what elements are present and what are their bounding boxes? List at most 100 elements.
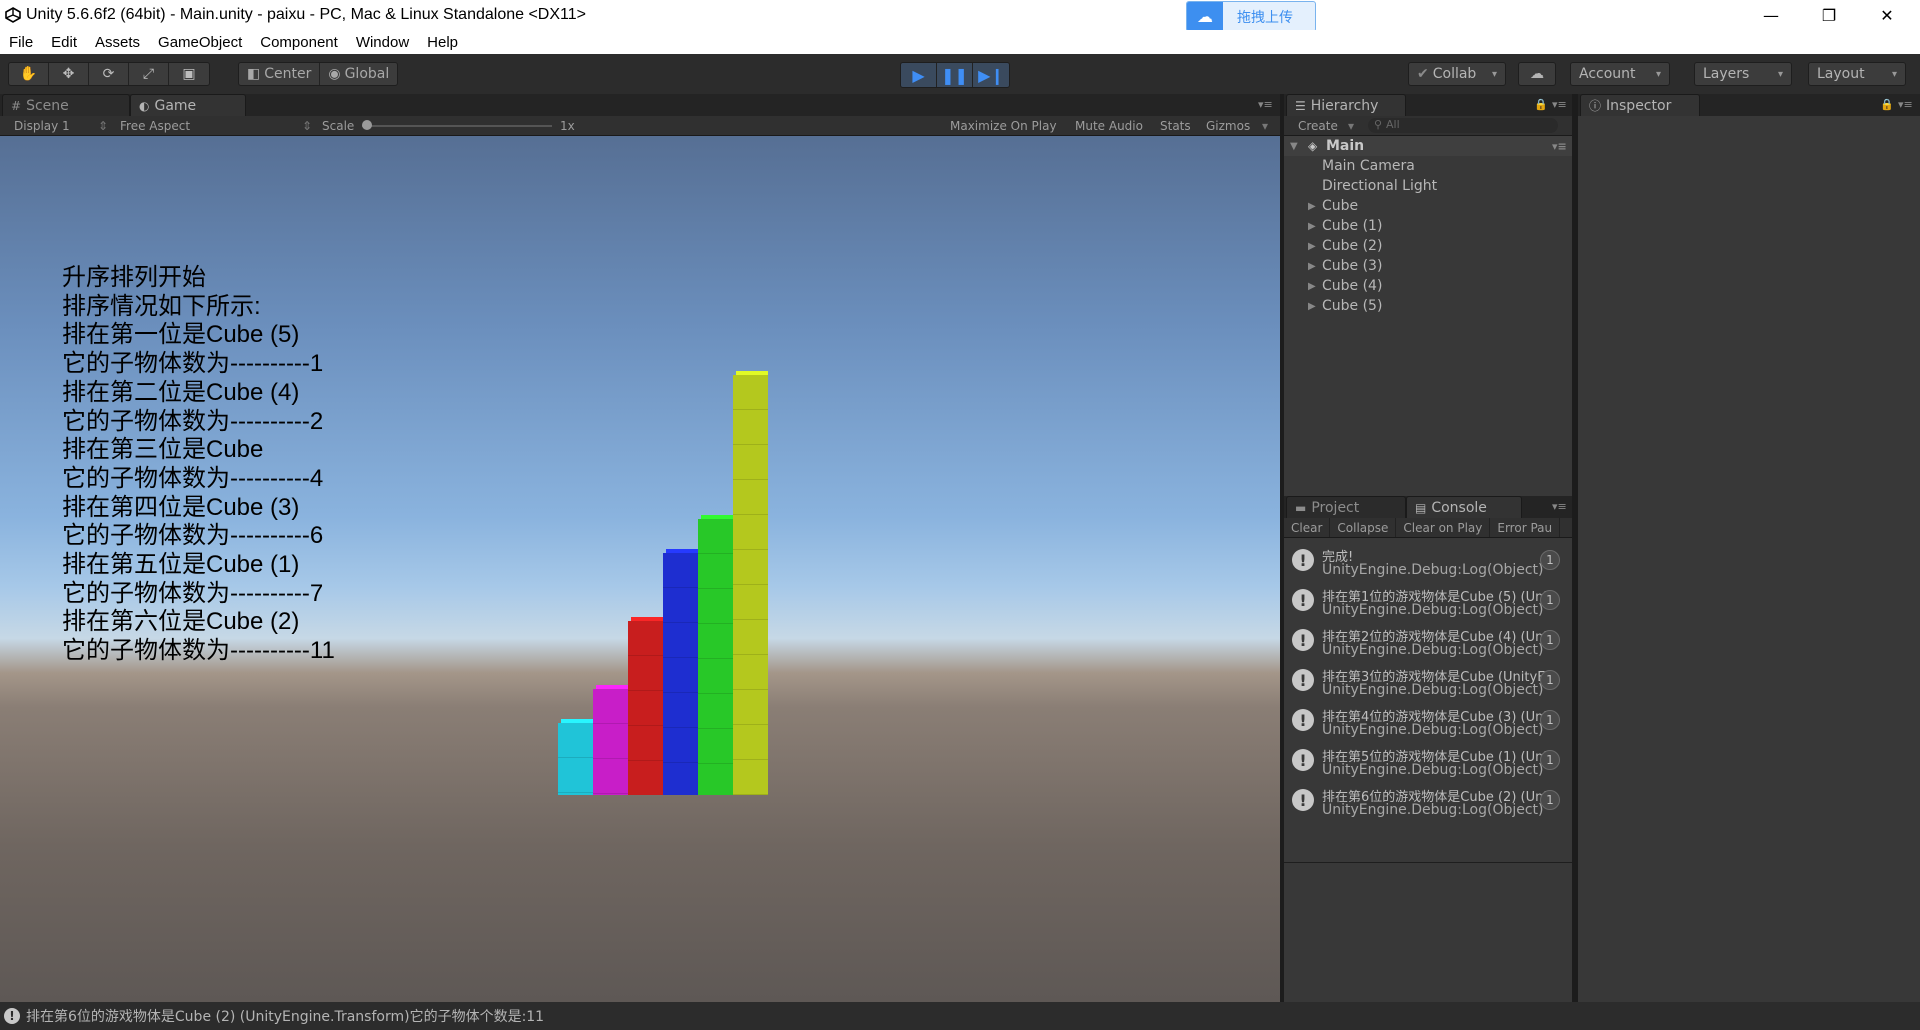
window-title: Unity 5.6.6f2 (64bit) - Main.unity - pai… <box>26 6 586 23</box>
tab-scene[interactable]: # Scene <box>2 94 130 116</box>
mute-audio-toggle[interactable]: Mute Audio <box>1075 119 1143 133</box>
hierarchy-item-label: Cube (3) <box>1322 258 1383 274</box>
collapsed-triangle-icon[interactable]: ▶ <box>1308 301 1316 312</box>
game-view[interactable]: 升序排列开始 排序情况如下所示: 排在第一位是Cube (5) 它的子物体数为-… <box>0 136 1280 1002</box>
collab-dropdown[interactable]: ✔ Collab ▾ <box>1408 62 1506 86</box>
hierarchy-item[interactable]: ▶ Cube <box>1284 196 1572 216</box>
step-icon[interactable]: ▶❙ <box>973 63 1009 87</box>
clear-on-play-button[interactable]: Clear on Play <box>1396 518 1491 537</box>
move-icon[interactable]: ✥ <box>49 63 89 85</box>
panel-menu-icon[interactable]: ▾≡ <box>1552 98 1567 111</box>
minimize-button[interactable]: — <box>1742 0 1800 30</box>
cloud-services-button[interactable]: ☁ <box>1518 62 1556 86</box>
cube-column <box>733 371 768 795</box>
maximize-on-play-toggle[interactable]: Maximize On Play <box>950 119 1057 133</box>
hierarchy-item[interactable]: ▶ Cube (1) <box>1284 216 1572 236</box>
account-label: Account <box>1579 66 1636 82</box>
cube-column <box>558 719 593 795</box>
pivot-global-button[interactable]: ◉ Global <box>320 63 397 85</box>
rect-icon[interactable]: ▣ <box>169 63 209 85</box>
error-pause-button[interactable]: Error Pau <box>1490 518 1561 537</box>
cube-top <box>736 371 768 375</box>
tab-inspector-label: Inspector <box>1606 97 1672 114</box>
clear-button[interactable]: Clear <box>1284 518 1331 537</box>
hierarchy-item[interactable]: ▶ Cube (4) <box>1284 276 1572 296</box>
restore-button[interactable]: ❐ <box>1800 0 1858 30</box>
upload-label: 拖拽上传 <box>1237 8 1293 25</box>
log-trace: UnityEngine.Debug:Log(Object) <box>1322 682 1544 698</box>
status-bar[interactable]: ! 排在第6位的游戏物体是Cube (2) (UnityEngine.Trans… <box>0 1002 1920 1030</box>
menu-assets[interactable]: Assets <box>86 34 149 51</box>
collapsed-triangle-icon[interactable]: ▶ <box>1308 221 1316 232</box>
log-entry[interactable]: ! 排在第6位的游戏物体是Cube (2) (Unit UnityEngine.… <box>1284 782 1572 822</box>
play-icon[interactable]: ▶ <box>901 63 937 87</box>
unity-scene-icon: ◈ <box>1308 139 1318 153</box>
pause-icon[interactable]: ❚❚ <box>937 63 973 87</box>
menu-window[interactable]: Window <box>347 34 418 51</box>
log-entry[interactable]: ! 完成! UnityEngine.Debug:Log(Object) 1 <box>1284 542 1572 582</box>
collapse-button[interactable]: Collapse <box>1330 518 1397 537</box>
panel-menu-icon[interactable]: ▾≡ <box>1552 500 1567 513</box>
layout-dropdown[interactable]: Layout ▾ <box>1808 62 1906 86</box>
menu-file[interactable]: File <box>0 34 42 51</box>
gizmos-toggle[interactable]: Gizmos <box>1206 119 1250 133</box>
stats-toggle[interactable]: Stats <box>1160 119 1191 133</box>
hierarchy-search-input[interactable]: ⚲ All <box>1368 118 1558 133</box>
console-toolbar: Clear Collapse Clear on Play Error Pau <box>1284 518 1572 538</box>
account-dropdown[interactable]: Account ▾ <box>1570 62 1670 86</box>
aspect-dropdown[interactable]: Free Aspect <box>120 119 190 133</box>
collapsed-triangle-icon[interactable]: ▶ <box>1308 201 1316 212</box>
scale-label: Scale <box>322 119 355 133</box>
tab-scene-label: Scene <box>26 97 69 114</box>
hierarchy-item[interactable]: ▶ Cube (5) <box>1284 296 1572 316</box>
panel-menu-icon[interactable]: ▾≡ <box>1898 98 1913 111</box>
log-entry[interactable]: ! 排在第3位的游戏物体是Cube (UnityEn UnityEngine.D… <box>1284 662 1572 702</box>
log-entry[interactable]: ! 排在第2位的游戏物体是Cube (4) (Unit UnityEngine.… <box>1284 622 1572 662</box>
scene-row[interactable]: ▼ ◈ Main ▾≡ <box>1284 136 1572 156</box>
scale-icon[interactable]: ⤢ <box>129 63 169 85</box>
inspector-panel <box>1578 116 1920 1002</box>
log-entry[interactable]: ! 排在第4位的游戏物体是Cube (3) (Unit UnityEngine.… <box>1284 702 1572 742</box>
scale-slider-track[interactable] <box>362 125 552 127</box>
tab-project[interactable]: ▬ Project <box>1286 496 1406 518</box>
pacman-icon: ◐ <box>139 98 150 113</box>
expand-triangle-icon[interactable]: ▼ <box>1290 141 1298 152</box>
close-button[interactable]: ✕ <box>1858 0 1916 30</box>
cube-face <box>628 621 663 795</box>
panel-menu-icon[interactable]: ▾≡ <box>1258 98 1273 111</box>
layers-dropdown[interactable]: Layers ▾ <box>1694 62 1792 86</box>
gizmos-chevron-icon[interactable]: ▾ <box>1262 119 1268 133</box>
log-entry[interactable]: ! 排在第5位的游戏物体是Cube (1) (Unit UnityEngine.… <box>1284 742 1572 782</box>
lock-icon[interactable]: 🔒 <box>1880 98 1894 111</box>
log-count-badge: 1 <box>1540 590 1560 610</box>
layout-label: Layout <box>1817 66 1865 82</box>
log-entry[interactable]: ! 排在第1位的游戏物体是Cube (5) (Unit UnityEngine.… <box>1284 582 1572 622</box>
menu-component[interactable]: Component <box>251 34 347 51</box>
tab-game[interactable]: ◐ Game <box>130 94 246 116</box>
hierarchy-item[interactable]: Main Camera <box>1284 156 1572 176</box>
tab-console[interactable]: ▤ Console <box>1406 496 1522 518</box>
collapsed-triangle-icon[interactable]: ▶ <box>1308 261 1316 272</box>
hierarchy-item[interactable]: ▶ Cube (3) <box>1284 256 1572 276</box>
game-text-line: 它的子物体数为----------2 <box>62 407 324 435</box>
menu-help[interactable]: Help <box>418 34 467 51</box>
pivot-center-button[interactable]: ◧ Center <box>239 63 321 85</box>
menu-gameobject[interactable]: GameObject <box>149 34 251 51</box>
scale-slider-thumb[interactable] <box>362 120 372 130</box>
hand-icon[interactable]: ✋ <box>9 63 49 85</box>
hierarchy-item[interactable]: Directional Light <box>1284 176 1572 196</box>
collapsed-triangle-icon[interactable]: ▶ <box>1308 281 1316 292</box>
upload-button[interactable]: ☁ 拖拽上传 <box>1186 1 1316 32</box>
console-detail-divider[interactable] <box>1284 862 1572 863</box>
collapsed-triangle-icon[interactable]: ▶ <box>1308 241 1316 252</box>
rotate-icon[interactable]: ⟳ <box>89 63 129 85</box>
display-dropdown[interactable]: Display 1 <box>14 119 70 133</box>
create-dropdown[interactable]: Create <box>1298 119 1338 133</box>
info-icon: ⓘ <box>1589 99 1602 113</box>
tab-inspector[interactable]: ⓘ Inspector <box>1580 94 1700 116</box>
tab-hierarchy[interactable]: ☰ Hierarchy <box>1286 94 1406 116</box>
scene-menu-icon[interactable]: ▾≡ <box>1552 140 1567 153</box>
lock-icon[interactable]: 🔒 <box>1534 98 1548 111</box>
menu-edit[interactable]: Edit <box>42 34 86 51</box>
hierarchy-item[interactable]: ▶ Cube (2) <box>1284 236 1572 256</box>
